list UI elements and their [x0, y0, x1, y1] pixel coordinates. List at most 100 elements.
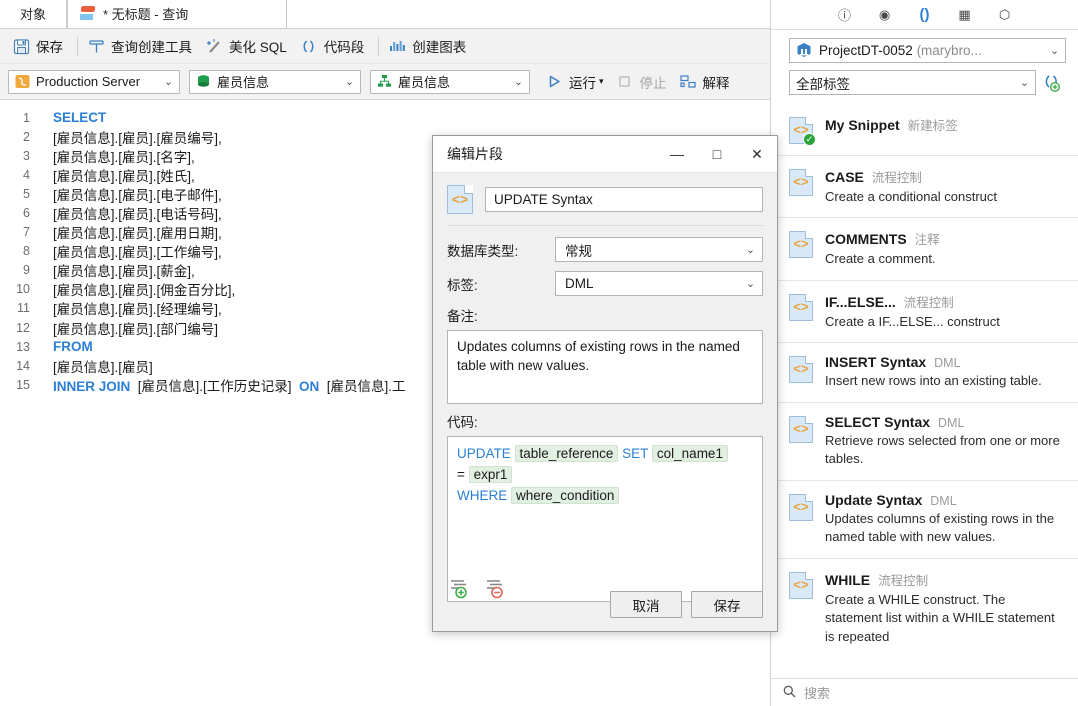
- snippet-list-item[interactable]: <>CASE流程控制Create a conditional construct: [771, 156, 1078, 218]
- snippet-title-row: CASE流程控制: [825, 167, 1066, 186]
- project-select[interactable]: ProjectDT-0052 (marybro... ⌄: [789, 38, 1066, 63]
- run-button[interactable]: 运行 ▾: [539, 70, 610, 94]
- toolbar-divider: [77, 37, 78, 56]
- explain-button[interactable]: 解释: [673, 70, 736, 94]
- snippet-title-row: INSERT SyntaxDML: [825, 354, 1066, 370]
- add-parameter-icon[interactable]: [447, 576, 471, 600]
- maximize-button[interactable]: □: [697, 136, 737, 172]
- db-type-row: 数据库类型: 常规 ⌄: [447, 237, 763, 262]
- hexagon-gear-icon[interactable]: ⬡: [995, 5, 1014, 24]
- database-select[interactable]: 雇员信息 ⌄: [189, 70, 361, 94]
- close-button[interactable]: ✕: [737, 136, 777, 172]
- code-text: [雇员信息].[雇员].[电子邮件],: [30, 184, 222, 204]
- tag-value: DML: [565, 276, 738, 291]
- line-number: 8: [0, 244, 30, 258]
- snippet-name: Update Syntax: [825, 492, 922, 508]
- sql-identifier: [雇员信息].[雇员]: [53, 360, 153, 375]
- snippet-list-item[interactable]: <>SELECT SyntaxDMLRetrieve rows selected…: [771, 403, 1078, 481]
- stop-square-icon: [616, 73, 634, 91]
- sql-keyword: ON: [299, 379, 319, 394]
- beautify-sql-button[interactable]: 美化 SQL: [201, 33, 296, 59]
- tag-filter-row: 全部标签 ⌄: [789, 70, 1066, 95]
- code-text: [雇员信息].[雇员].[佣金百分比],: [30, 279, 235, 299]
- snippets-icon[interactable]: (): [915, 5, 934, 24]
- db-type-select[interactable]: 常规 ⌄: [555, 237, 763, 262]
- edit-snippet-dialog: 编辑片段 — □ ✕ <> UPDATE Syntax 数据库类型: 常规 ⌄: [432, 135, 778, 632]
- create-chart-button[interactable]: 创建图表: [384, 33, 475, 59]
- code-text: [雇员信息].[雇员].[姓氏],: [30, 165, 195, 185]
- snippet-list-item[interactable]: <>WHILE流程控制Create a WHILE construct. The…: [771, 559, 1078, 657]
- tab-objects[interactable]: 对象: [0, 0, 67, 28]
- sql-identifier: [雇员信息].[雇员].[工作编号],: [53, 245, 222, 260]
- save-button[interactable]: 保存: [691, 591, 763, 618]
- snippet-item-body: INSERT SyntaxDML Insert new rows into an …: [825, 354, 1066, 390]
- line-number: 14: [0, 359, 30, 373]
- snippet-list-item[interactable]: <>✓My Snippet新建标签: [771, 104, 1078, 156]
- snippet-list-item[interactable]: <>COMMENTS注释Create a comment.: [771, 218, 1078, 280]
- grid-table-icon[interactable]: ▦: [955, 5, 974, 24]
- line-number: 6: [0, 206, 30, 220]
- snippet-description: Updates columns of existing rows in the …: [825, 510, 1066, 547]
- line-number: 4: [0, 168, 30, 182]
- snippet-item-body: WHILE流程控制Create a WHILE construct. The s…: [825, 570, 1066, 646]
- sql-identifier: [雇员信息].[雇员].[部门编号]: [53, 322, 218, 337]
- snippet-list-item[interactable]: <>INSERT SyntaxDMLInsert new rows into a…: [771, 343, 1078, 402]
- bar-chart-icon: [388, 37, 406, 55]
- code-line: 1SELECT: [0, 108, 770, 127]
- schema-select[interactable]: 雇员信息 ⌄: [370, 70, 530, 94]
- parameter-icon-group: [447, 576, 507, 600]
- database-cylinder-icon: [195, 74, 211, 90]
- chevron-down-icon: ⌄: [1048, 44, 1061, 57]
- snippets-button[interactable]: 代码段: [296, 33, 374, 59]
- info-icon[interactable]: ⓘ: [835, 5, 854, 24]
- tab-query[interactable]: * 无标题 - 查询: [67, 0, 287, 28]
- dialog-title-bar[interactable]: 编辑片段 — □ ✕: [433, 136, 777, 173]
- add-snippet-icon[interactable]: [1036, 73, 1066, 93]
- snippet-name-row: <> UPDATE Syntax: [447, 185, 763, 214]
- run-dropdown-arrow[interactable]: ▾: [599, 76, 604, 87]
- snippet-search-bar[interactable]: 搜索: [771, 678, 1078, 706]
- snippet-list[interactable]: <>✓My Snippet新建标签<>CASE流程控制Create a cond…: [771, 104, 1078, 678]
- snippet-name-value: UPDATE Syntax: [494, 192, 593, 207]
- run-button-label: 运行: [569, 72, 596, 92]
- line-number: 15: [0, 378, 30, 392]
- snippet-name: My Snippet: [825, 117, 900, 133]
- code-text: [雇员信息].[雇员].[工作编号],: [30, 241, 222, 261]
- project-name: ProjectDT-0052: [819, 43, 913, 58]
- remove-parameter-icon[interactable]: [483, 576, 507, 600]
- notes-textarea[interactable]: Updates columns of existing rows in the …: [447, 330, 763, 404]
- snippet-parameter: where_condition: [511, 487, 619, 504]
- snippet-operator: =: [457, 467, 465, 482]
- line-number: 10: [0, 282, 30, 296]
- snippet-description: Insert new rows into an existing table.: [825, 372, 1066, 390]
- snippet-list-item[interactable]: <>Update SyntaxDMLUpdates columns of exi…: [771, 481, 1078, 559]
- server-select[interactable]: Production Server ⌄: [8, 70, 180, 94]
- eye-icon[interactable]: ◉: [875, 5, 894, 24]
- tag-select[interactable]: DML ⌄: [555, 271, 763, 296]
- cancel-button[interactable]: 取消: [610, 591, 682, 618]
- minimize-button[interactable]: —: [657, 136, 697, 172]
- line-number: 7: [0, 225, 30, 239]
- connection-toolbar: Production Server ⌄ 雇员信息 ⌄: [0, 64, 770, 100]
- query-builder-button[interactable]: 查询创建工具: [83, 33, 201, 59]
- magic-wand-icon: [205, 37, 223, 55]
- snippet-name-input[interactable]: UPDATE Syntax: [485, 187, 763, 212]
- snippet-title-row: Update SyntaxDML: [825, 492, 1066, 508]
- line-number: 9: [0, 263, 30, 277]
- sql-keyword: FROM: [53, 339, 93, 354]
- save-button[interactable]: 保存: [8, 33, 72, 59]
- snippet-tag: 流程控制: [872, 167, 922, 186]
- snippet-list-item[interactable]: <>IF...ELSE...流程控制Create a IF...ELSE... …: [771, 281, 1078, 343]
- beautify-sql-label: 美化 SQL: [229, 36, 287, 56]
- save-disk-icon: [12, 37, 30, 55]
- snippet-parameter: table_reference: [515, 445, 619, 462]
- query-builder-label: 查询创建工具: [111, 36, 192, 56]
- code-text: [雇员信息].[雇员]: [30, 356, 153, 376]
- server-select-value: Production Server: [36, 74, 156, 89]
- server-icon: [14, 74, 30, 90]
- tag-filter-value: 全部标签: [796, 73, 1012, 93]
- tab-strip-empty: [287, 0, 770, 28]
- snippet-title-row: IF...ELSE...流程控制: [825, 292, 1066, 311]
- snippet-keyword: WHERE: [457, 488, 507, 503]
- tag-filter-select[interactable]: 全部标签 ⌄: [789, 70, 1036, 95]
